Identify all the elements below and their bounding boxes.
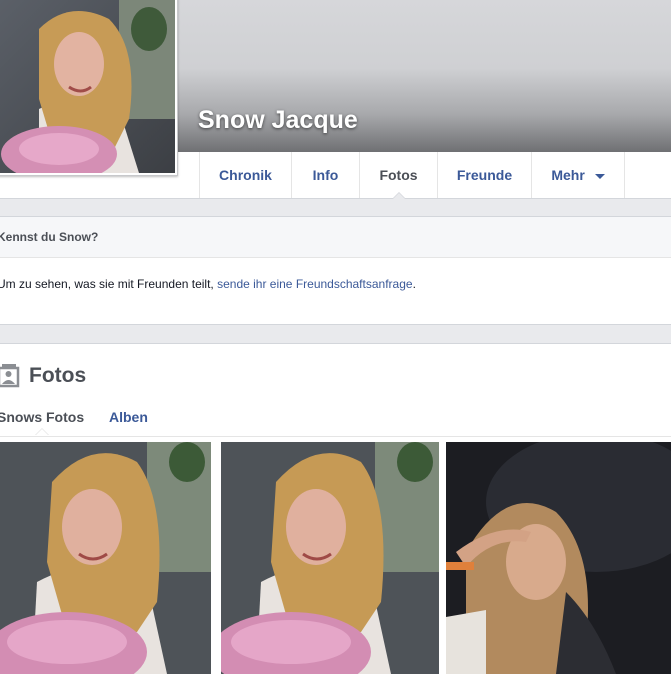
photos-icon: [0, 364, 20, 388]
profile-picture[interactable]: [0, 0, 178, 182]
friend-request-text-after: .: [412, 277, 416, 291]
chevron-down-icon: [594, 173, 605, 179]
profile-photo-image: [0, 0, 175, 182]
photos-subtabs: Snows Fotos Alben: [0, 402, 671, 437]
tab-freunde[interactable]: Freunde: [437, 152, 531, 198]
photos-heading: Fotos: [29, 364, 87, 387]
active-tab-indicator: [391, 192, 406, 199]
photo-thumbnail-3[interactable]: [446, 442, 671, 674]
tab-fotos[interactable]: Fotos: [359, 152, 437, 199]
photo-thumbnail-2[interactable]: [221, 442, 439, 674]
photos-section: Fotos Snows Fotos Alben: [0, 343, 671, 674]
tab-chronik-label: Chronik: [219, 167, 272, 183]
photo-thumbnail-1[interactable]: [0, 442, 211, 674]
subtab-alben[interactable]: Alben: [109, 409, 148, 425]
send-friend-request-link[interactable]: sende ihr eine Freundschaftsanfrage: [217, 277, 412, 291]
profile-name[interactable]: Snow Jacque: [198, 106, 358, 135]
tab-mehr[interactable]: Mehr: [531, 152, 625, 198]
tab-fotos-label: Fotos: [379, 167, 418, 183]
tab-freunde-label: Freunde: [456, 167, 513, 183]
tab-chronik[interactable]: Chronik: [199, 152, 291, 198]
subtab-snows-fotos[interactable]: Snows Fotos: [0, 409, 84, 425]
cover-photo[interactable]: Snow Jacque: [176, 0, 671, 152]
active-subtab-indicator: [35, 428, 49, 435]
photo-1-image: [0, 442, 211, 674]
photo-2-image: [221, 442, 439, 674]
tab-mehr-label: Mehr: [551, 167, 585, 183]
friend-request-title: Kennst du Snow?: [0, 217, 671, 258]
tab-info-label: Info: [312, 167, 339, 183]
friend-request-box: Kennst du Snow? Um zu sehen, was sie mit…: [0, 216, 671, 325]
photo-3-image: [446, 442, 671, 674]
tab-info[interactable]: Info: [291, 152, 359, 198]
friend-request-text-before: Um zu sehen, was sie mit Freunden teilt,: [0, 277, 218, 291]
friend-request-text: Um zu sehen, was sie mit Freunden teilt,…: [0, 258, 671, 291]
